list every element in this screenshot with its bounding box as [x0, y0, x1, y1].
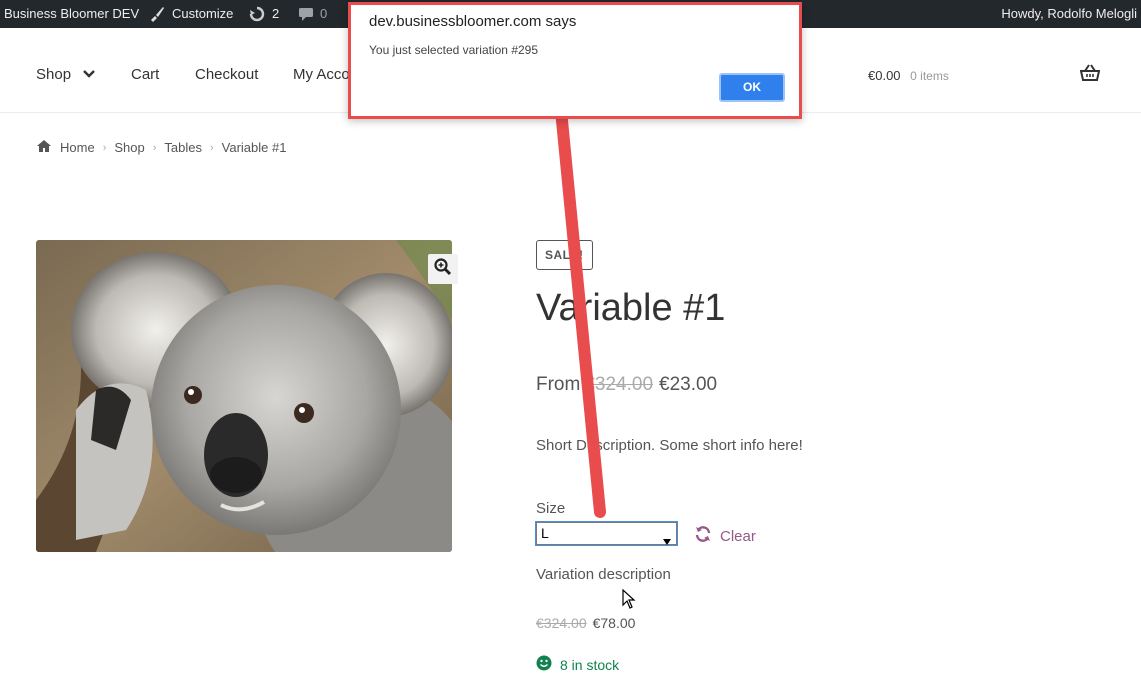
variation-price-new: €78.00	[592, 615, 636, 631]
chevron-down-icon	[83, 66, 95, 84]
product-title: Variable #1	[536, 287, 726, 329]
nav-label: Checkout	[195, 66, 259, 83]
breadcrumb: Home › Shop › Tables › Variable #1	[36, 139, 286, 156]
chevron-right-icon: ›	[102, 141, 107, 154]
size-label: Size	[536, 500, 566, 517]
refresh-icon	[694, 525, 712, 547]
nav-item-shop[interactable]: Shop	[36, 66, 95, 84]
breadcrumb-tables[interactable]: Tables	[164, 140, 202, 155]
nav-item-my-account[interactable]: My Acco	[293, 66, 350, 84]
variation-description: Variation description	[536, 566, 671, 583]
caret-down-icon	[663, 530, 671, 551]
price-old: €324.00	[584, 374, 654, 395]
comments-link[interactable]: 0	[298, 0, 327, 28]
price-prefix: From	[536, 374, 581, 395]
cart-count: 0 items	[910, 69, 949, 83]
smile-icon	[536, 655, 552, 674]
zoom-button[interactable]	[428, 254, 458, 284]
brush-icon	[148, 5, 166, 23]
alert-dialog: dev.businessbloomer.com says You just se…	[348, 2, 802, 119]
customize-label: Customize	[172, 6, 234, 21]
size-select[interactable]: L	[535, 521, 678, 546]
updates-count: 2	[272, 6, 280, 21]
site-name-link[interactable]: Business Bloomer DEV	[4, 0, 139, 28]
nav-label: My Acco	[293, 66, 350, 83]
zoom-icon	[434, 257, 452, 281]
dialog-title: dev.businessbloomer.com says	[369, 13, 577, 30]
updates-link[interactable]: 2	[248, 0, 279, 28]
breadcrumb-shop[interactable]: Shop	[114, 140, 144, 155]
short-description: Short Description. Some short info here!	[536, 437, 803, 454]
updates-icon	[248, 5, 266, 23]
ok-button[interactable]: OK	[719, 73, 785, 102]
comment-icon	[298, 6, 314, 22]
cart-total: €0.00	[868, 68, 901, 83]
breadcrumb-home[interactable]: Home	[60, 140, 95, 155]
comments-count: 0	[320, 6, 328, 21]
product-price: From €324.00 €23.00	[536, 372, 717, 398]
dialog-message: You just selected variation #295	[369, 43, 539, 57]
clear-label: Clear	[720, 527, 756, 545]
stock-text: 8 in stock	[560, 656, 620, 673]
greeting: Howdy, Rodolfo Melogli	[1001, 6, 1137, 21]
product-image[interactable]	[36, 240, 452, 552]
site-name: Business Bloomer DEV	[4, 6, 140, 21]
nav-label: Shop	[36, 66, 72, 83]
size-selected-value: L	[541, 525, 549, 541]
basket-icon[interactable]	[1079, 64, 1101, 87]
breadcrumb-current: Variable #1	[221, 140, 287, 155]
nav-label: Cart	[131, 66, 160, 83]
account-menu[interactable]: Howdy, Rodolfo Melogli	[1001, 0, 1137, 28]
home-icon	[36, 139, 52, 156]
price-new: €23.00	[659, 374, 718, 395]
chevron-right-icon: ›	[152, 141, 157, 154]
customize-link[interactable]: Customize	[148, 0, 233, 28]
chevron-right-icon: ›	[209, 141, 214, 154]
mouse-cursor-icon	[622, 588, 636, 614]
variation-price-old: €324.00	[536, 615, 587, 631]
clear-variation-link[interactable]: Clear	[694, 525, 756, 547]
variation-price: €324.00 €78.00	[536, 615, 635, 631]
header-cart-link[interactable]: €0.00 0 items	[868, 68, 949, 83]
sale-badge: SALE!	[536, 240, 593, 270]
nav-item-cart[interactable]: Cart	[131, 66, 159, 84]
stock-status: 8 in stock	[536, 655, 619, 674]
nav-item-checkout[interactable]: Checkout	[195, 66, 258, 84]
